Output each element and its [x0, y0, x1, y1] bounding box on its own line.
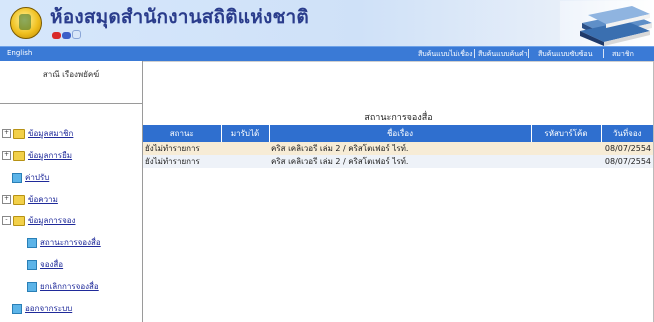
header-banner: ห้องสมุดสำนักงานสถิติแห่งชาติ: [0, 0, 654, 46]
cell-barcode: [531, 155, 601, 168]
user-name: สาณี เรืองพยัคฆ์: [42, 70, 100, 79]
nav-advanced-search[interactable]: สืบค้นแบบซับซ้อน: [538, 49, 593, 60]
page-icon: [27, 281, 37, 292]
page-icon: [27, 259, 37, 270]
cell-date: 08/07/2554: [601, 142, 653, 155]
folder-icon: [13, 194, 25, 205]
sidebar-item-cancel-reservation[interactable]: ยกเลิกการจองสื่อ: [27, 280, 99, 292]
top-navbar: English สืบค้นแบบไม่เชื่อง สืบค้นแบบค้นค…: [0, 46, 654, 62]
column-header-pickup: มารับได้: [221, 125, 270, 142]
cell-pickup: [221, 155, 269, 168]
sidebar-item-label[interactable]: ข้อมูลสมาชิก: [28, 129, 73, 138]
expand-toggle-icon[interactable]: +: [2, 129, 11, 138]
sidebar-item-label[interactable]: ค่าปรับ: [25, 173, 49, 182]
table-row: ยังไม่ทำรายการ คริส เคลิเวอรี เล่ม 2 / ค…: [143, 155, 653, 168]
nav-separator: [528, 49, 529, 58]
table-header-row: สถานะ มารับได้ ชื่อเรื่อง รหัสบาร์โค้ด ว…: [143, 125, 653, 142]
sidebar-item-reservation-info[interactable]: - ข้อมูลการจอง: [2, 214, 75, 226]
cell-date: 08/07/2554: [601, 155, 653, 168]
column-header-date: วันที่จอง: [601, 125, 653, 142]
sidebar-item-label[interactable]: ยกเลิกการจองสื่อ: [40, 282, 99, 291]
sidebar: สาณี เรืองพยัคฆ์ + ข้อมูลสมาชิก + ข้อมูลกา…: [0, 61, 143, 322]
lang-badge-icon: [52, 30, 86, 39]
table-row: ยังไม่ทำรายการ คริส เคลิเวอรี เล่ม 2 / ค…: [143, 142, 653, 155]
cell-title: คริส เคลิเวอรี เล่ม 2 / คริสโตเฟอร์ ไรท์…: [269, 155, 531, 168]
expand-toggle-icon[interactable]: +: [2, 151, 11, 160]
cell-barcode: [531, 142, 601, 155]
sidebar-item-label[interactable]: ข้อมูลการยืม: [28, 151, 72, 160]
page-title: สถานะการจองสื่อ: [364, 113, 433, 123]
sidebar-item-logout[interactable]: ออกจากระบบ: [12, 302, 72, 314]
nav-separator: [474, 49, 475, 58]
nav-separator: [603, 49, 604, 58]
sidebar-item-reserve[interactable]: จองสื่อ: [27, 258, 63, 270]
collapse-toggle-icon[interactable]: -: [2, 216, 11, 225]
reservation-table: สถานะ มารับได้ ชื่อเรื่อง รหัสบาร์โค้ด ว…: [143, 125, 653, 168]
page-icon: [27, 237, 37, 248]
sidebar-item-borrow-info[interactable]: + ข้อมูลการยืม: [2, 149, 72, 161]
folder-icon: [13, 128, 25, 139]
column-header-title: ชื่อเรื่อง: [269, 125, 532, 142]
sidebar-item-label[interactable]: ออกจากระบบ: [25, 304, 72, 313]
column-header-status: สถานะ: [143, 125, 222, 142]
books-icon: [560, 1, 654, 46]
sidebar-item-messages[interactable]: + ข้อความ: [2, 193, 58, 205]
sidebar-header: สาณี เรืองพยัคฆ์: [0, 61, 142, 104]
folder-open-icon: [13, 215, 25, 226]
nav-member[interactable]: สมาชิก: [612, 49, 634, 60]
sidebar-item-fines[interactable]: ค่าปรับ: [12, 171, 49, 183]
cell-status: ยังไม่ทำรายการ: [143, 155, 221, 168]
nav-keyword-search[interactable]: สืบค้นแบบค้นคำ: [478, 49, 528, 60]
folder-icon: [13, 150, 25, 161]
sidebar-item-label[interactable]: สถานะการจองสื่อ: [40, 238, 101, 247]
cell-pickup: [221, 142, 269, 155]
sidebar-item-label[interactable]: ข้อความ: [28, 195, 58, 204]
english-link[interactable]: English: [7, 49, 32, 57]
column-header-barcode: รหัสบาร์โค้ด: [531, 125, 602, 142]
sidebar-item-label[interactable]: ข้อมูลการจอง: [28, 216, 75, 225]
nso-logo-icon: [10, 7, 42, 39]
sidebar-item-label[interactable]: จองสื่อ: [40, 260, 63, 269]
page-icon: [12, 303, 22, 314]
nav-simple-search[interactable]: สืบค้นแบบไม่เชื่อง: [418, 49, 472, 60]
cell-status: ยังไม่ทำรายการ: [143, 142, 221, 155]
sidebar-item-member-info[interactable]: + ข้อมูลสมาชิก: [2, 127, 73, 139]
cell-title: คริส เคลิเวอรี เล่ม 2 / คริสโตเฟอร์ ไรท์…: [269, 142, 531, 155]
sidebar-item-reservation-status[interactable]: สถานะการจองสื่อ: [27, 236, 101, 248]
expand-toggle-icon[interactable]: +: [2, 195, 11, 204]
content-top-rule: [143, 61, 654, 62]
page-icon: [12, 172, 22, 183]
site-title: ห้องสมุดสำนักงานสถิติแห่งชาติ: [50, 6, 309, 28]
